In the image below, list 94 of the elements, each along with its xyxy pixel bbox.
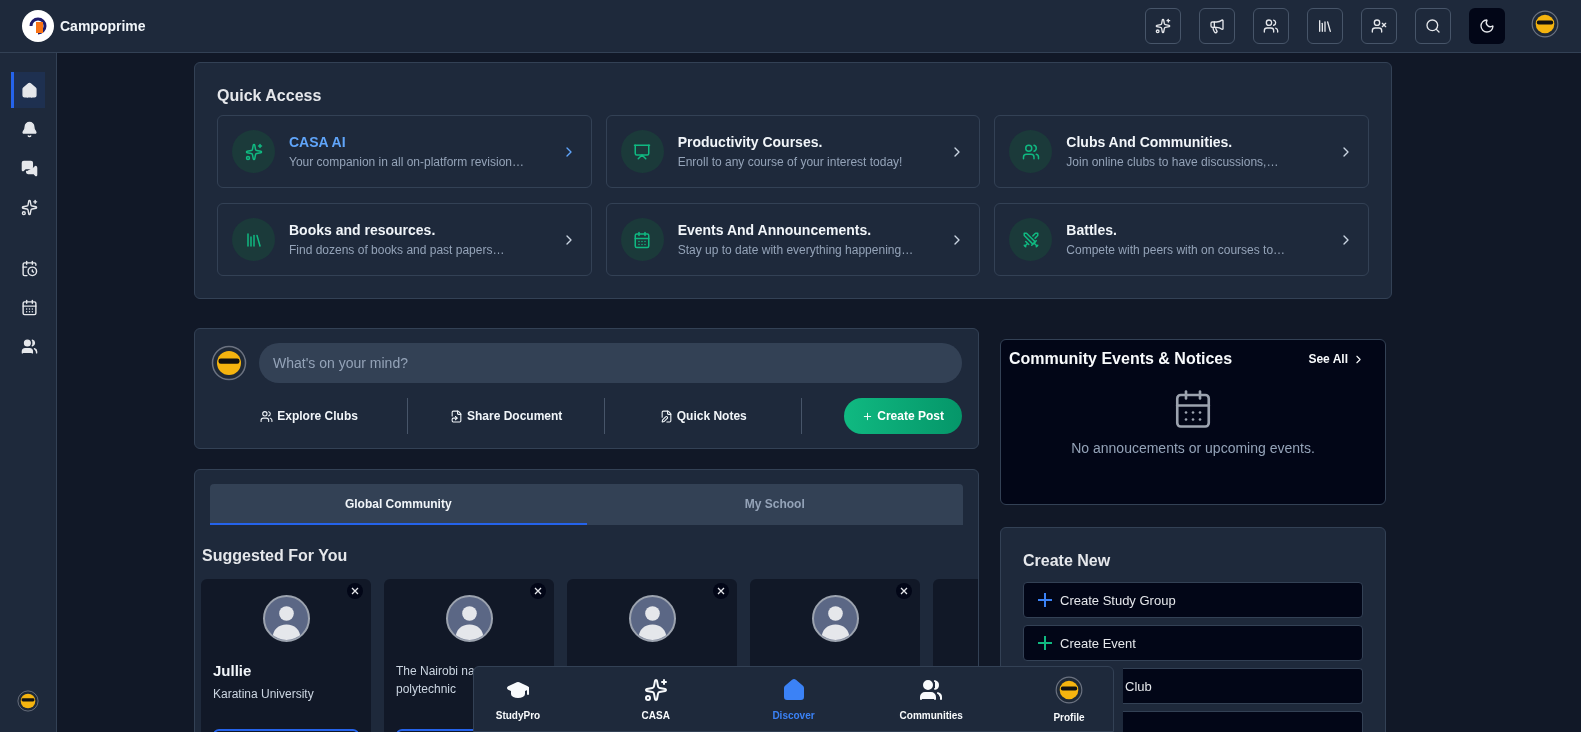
card-text: Karatina University bbox=[213, 687, 314, 701]
users-icon bbox=[21, 337, 38, 355]
card-title: CASA AI bbox=[289, 134, 347, 150]
card-title: Productivity Courses. bbox=[677, 134, 824, 150]
tab[interactable]: My School bbox=[586, 484, 963, 525]
library-button[interactable] bbox=[1307, 8, 1343, 44]
card-subtitle: Find dozens of books and past papers… bbox=[289, 243, 506, 257]
nav-item[interactable]: Discover bbox=[757, 677, 830, 721]
users-icon bbox=[1263, 18, 1279, 34]
card-subtitle: Your companion in all on-platform revision… bbox=[289, 155, 525, 169]
quick-access-card[interactable]: Books and resources. Find dozens of books and past papers… bbox=[217, 203, 592, 276]
user-name: Jullie bbox=[213, 662, 253, 679]
user-icon bbox=[1371, 18, 1387, 34]
close-button[interactable] bbox=[713, 583, 729, 599]
card-subtitle: Enroll to any course of your interest today! bbox=[677, 155, 904, 169]
card-title: Clubs And Communities. bbox=[1066, 134, 1234, 150]
moon-button[interactable] bbox=[1469, 8, 1505, 44]
presentation-icon bbox=[620, 130, 664, 173]
card-text: polytechnic bbox=[396, 682, 457, 696]
users-icon bbox=[919, 677, 944, 702]
card-title: Books and resources. bbox=[289, 222, 437, 238]
nav-item[interactable]: CASA bbox=[619, 677, 692, 721]
avatar bbox=[17, 690, 39, 712]
quick-access-card[interactable]: Clubs And Communities. Join online clubs to have discussions,… bbox=[994, 115, 1369, 188]
create-item[interactable]: Create Event bbox=[1023, 625, 1363, 661]
card-subtitle: Compete with peers with on courses to… bbox=[1066, 243, 1287, 257]
moon-icon bbox=[1479, 18, 1495, 34]
section-title: Quick Access bbox=[217, 87, 323, 105]
nav-item[interactable]: Profile bbox=[1033, 675, 1105, 723]
user-button[interactable] bbox=[1361, 8, 1397, 44]
calendar-icon bbox=[21, 298, 38, 316]
post-input-field[interactable]: What's on your mind? bbox=[259, 343, 962, 383]
avatar-icon bbox=[445, 595, 493, 642]
nav-item[interactable]: Communities bbox=[895, 677, 968, 721]
avatar-icon bbox=[628, 595, 676, 642]
nav-item[interactable]: StudyPro bbox=[482, 677, 554, 721]
library-icon bbox=[1317, 18, 1333, 34]
composer-action[interactable]: Share Document bbox=[408, 398, 605, 434]
home-icon bbox=[781, 677, 806, 702]
megaphone-icon bbox=[1209, 18, 1225, 34]
plus-icon bbox=[862, 410, 874, 422]
sparkles-icon bbox=[1155, 18, 1171, 34]
close-icon bbox=[534, 587, 542, 595]
close-button[interactable] bbox=[896, 583, 912, 599]
avatar-icon bbox=[262, 595, 310, 642]
close-icon bbox=[717, 587, 725, 595]
section-title: Create New bbox=[1023, 552, 1112, 570]
sidebar-item[interactable] bbox=[11, 72, 45, 108]
search-icon bbox=[1425, 18, 1441, 34]
create-item[interactable]: Club bbox=[1123, 668, 1363, 704]
see-all-link[interactable]: See All bbox=[1308, 352, 1365, 366]
sparkles-icon bbox=[21, 198, 38, 216]
close-button[interactable] bbox=[530, 583, 546, 599]
sparkles-button[interactable] bbox=[1145, 8, 1181, 44]
library-icon bbox=[232, 218, 275, 261]
card-title: Battles. bbox=[1066, 222, 1118, 238]
logo-icon bbox=[22, 10, 54, 42]
swords-icon bbox=[1009, 218, 1053, 261]
avatar bbox=[1531, 10, 1559, 38]
close-icon bbox=[351, 587, 359, 595]
calendar-clock-icon bbox=[21, 259, 38, 277]
sparkles-icon bbox=[643, 677, 668, 702]
card-subtitle: Stay up to date with everything happening… bbox=[677, 243, 915, 257]
section-title: Suggested For You bbox=[202, 547, 349, 565]
tab[interactable]: Global Community bbox=[210, 484, 587, 525]
composer-action[interactable]: Explore Clubs bbox=[211, 398, 408, 434]
avatar-icon bbox=[811, 595, 859, 642]
quick-access-card[interactable]: Events And Announcements. Stay up to date with everything happening… bbox=[605, 203, 981, 276]
quick-access-card[interactable]: Productivity Courses. Enroll to any course of your interest today! bbox=[605, 115, 981, 188]
users-button[interactable] bbox=[1253, 8, 1289, 44]
chat-icon bbox=[21, 159, 38, 177]
quick-access-card[interactable]: CASA AI Your companion in all on-platform revision… bbox=[217, 115, 592, 188]
app-name: Campoprime bbox=[60, 18, 146, 34]
megaphone-button[interactable] bbox=[1199, 8, 1235, 44]
users-icon bbox=[260, 409, 274, 423]
empty-message: No annoucements or upcoming events. bbox=[1071, 440, 1315, 456]
note-icon bbox=[659, 409, 673, 423]
close-icon bbox=[900, 587, 908, 595]
card-subtitle: Join online clubs to have discussions,… bbox=[1066, 155, 1280, 169]
sparkles-icon bbox=[232, 130, 275, 173]
card-title: Community Events & Notices bbox=[1009, 350, 1233, 368]
file-icon bbox=[449, 409, 463, 423]
avatar bbox=[211, 345, 247, 381]
create-item[interactable]: Create Study Group bbox=[1023, 582, 1363, 618]
calendar-icon bbox=[620, 218, 664, 261]
users-icon bbox=[1009, 130, 1053, 173]
avatar bbox=[1055, 675, 1083, 704]
bell-icon bbox=[21, 120, 38, 138]
quick-access-card[interactable]: Battles. Compete with peers with on courses to… bbox=[994, 203, 1369, 276]
home-icon bbox=[21, 81, 38, 99]
close-button[interactable] bbox=[347, 583, 363, 599]
search-button[interactable] bbox=[1415, 8, 1451, 44]
card-title: Events And Announcements. bbox=[677, 222, 873, 238]
composer-action[interactable]: Quick Notes bbox=[605, 398, 802, 434]
